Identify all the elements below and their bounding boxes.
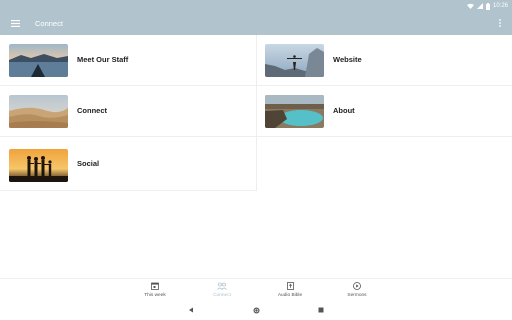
play-circle-icon (352, 281, 362, 291)
app-bar: Connect (0, 12, 512, 35)
signal-icon (476, 3, 483, 9)
people-icon (217, 281, 227, 291)
card-about[interactable]: About (257, 86, 512, 137)
back-icon[interactable] (186, 305, 196, 315)
kayak-lake-photo (9, 44, 68, 77)
nav-item-audio-bible[interactable]: Audio Bible (260, 281, 320, 301)
calendar-icon (150, 281, 160, 291)
nav-label: Audio Bible (277, 293, 303, 298)
card-meet-our-staff[interactable]: Meet Our Staff (0, 35, 257, 86)
more-vertical-icon[interactable] (496, 17, 504, 29)
bible-icon (285, 281, 295, 291)
sand-dunes-photo (9, 95, 68, 128)
status-bar: 10:26 (0, 0, 512, 12)
card-website[interactable]: Website (257, 35, 512, 86)
recents-icon[interactable] (316, 305, 326, 315)
page-title: Connect (35, 19, 63, 28)
card-label: Social (77, 159, 100, 168)
status-time: 10:26 (492, 3, 508, 9)
nav-item-this-week[interactable]: This week (125, 281, 185, 301)
card-connect[interactable]: Connect (0, 86, 257, 137)
person-on-rock-photo (265, 44, 324, 77)
system-navigation (0, 300, 512, 320)
nav-item-connect[interactable]: Connect (192, 281, 252, 301)
card-social[interactable]: Social (0, 137, 257, 191)
card-label: About (333, 106, 355, 115)
nav-label: Sermons (347, 293, 367, 298)
card-label: Meet Our Staff (77, 55, 129, 64)
card-grid: Meet Our Staff Website Connect About Soc… (0, 35, 512, 191)
silhouettes-sunset-photo (9, 149, 68, 182)
battery-icon (485, 2, 490, 10)
hamburger-menu-icon[interactable] (9, 17, 21, 29)
bottom-navigation: This week Connect Audio Bible Sermons (0, 278, 512, 301)
card-label: Website (333, 55, 362, 64)
nav-label: Connect (213, 293, 231, 298)
card-label: Connect (77, 106, 107, 115)
nav-label: This week (144, 293, 166, 298)
home-icon[interactable] (251, 305, 261, 315)
nav-item-sermons[interactable]: Sermons (327, 281, 387, 301)
status-icons: 10:26 (466, 0, 508, 12)
crater-lake-photo (265, 95, 324, 128)
wifi-icon (466, 3, 474, 9)
